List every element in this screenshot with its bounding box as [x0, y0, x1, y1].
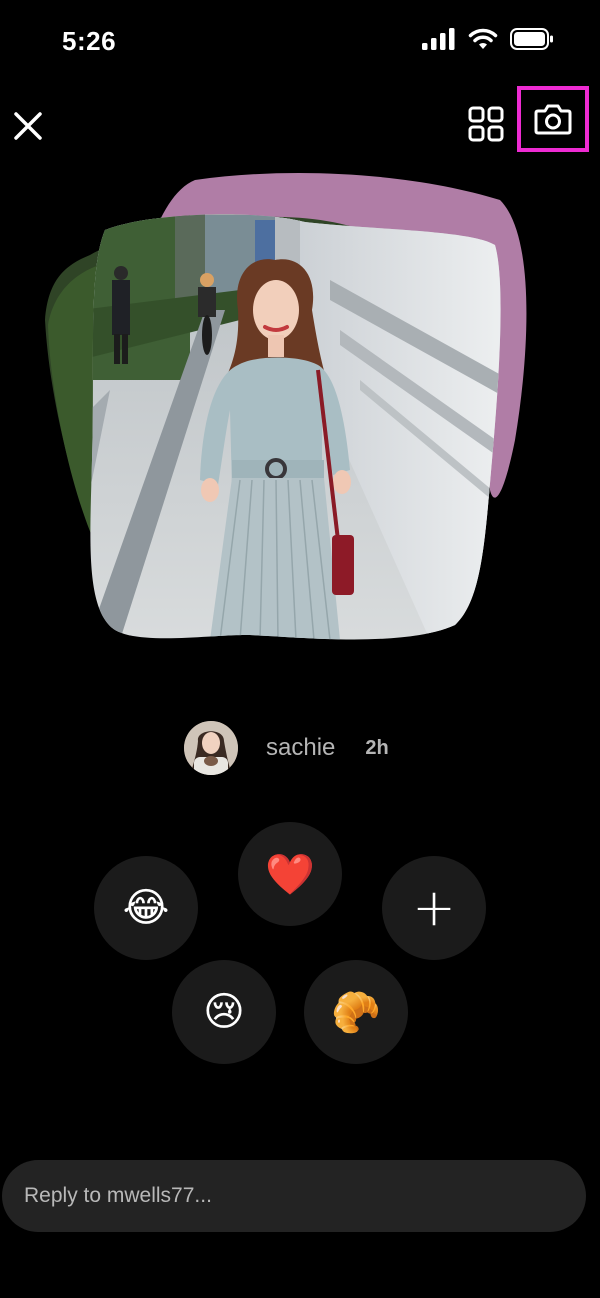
battery-icon — [510, 28, 553, 50]
reaction-crying-button[interactable]: 😢 — [172, 960, 276, 1064]
add-reaction-button[interactable]: + — [382, 856, 486, 960]
camera-icon — [534, 104, 572, 135]
croissant-emoji-icon: 🥐 — [331, 989, 381, 1036]
reaction-heart-button[interactable]: ❤️ — [238, 822, 342, 926]
post-photo — [45, 172, 527, 640]
grid-view-button[interactable] — [466, 104, 506, 144]
post-timestamp: 2h — [365, 736, 389, 759]
plus-icon: + — [412, 878, 456, 938]
laughing-emoji-icon: 😂 — [122, 885, 170, 931]
crying-emoji-icon: 😢 — [203, 989, 245, 1035]
status-time: 5:26 — [62, 26, 117, 56]
avatar[interactable] — [184, 721, 238, 775]
cellular-signal-icon — [422, 28, 455, 50]
post-photo-stack[interactable] — [0, 160, 600, 660]
camera-button[interactable] — [517, 86, 589, 152]
close-icon — [14, 112, 42, 140]
close-button[interactable] — [8, 104, 48, 148]
grid-icon — [468, 106, 504, 142]
reply-input[interactable]: Reply to mwells77... — [2, 1160, 586, 1232]
avatar-image — [184, 721, 238, 775]
reaction-laughing-button[interactable]: 😂 — [94, 856, 198, 960]
heart-emoji-icon: ❤️ — [265, 851, 315, 898]
post-author-row[interactable]: sachie 2h — [184, 720, 389, 776]
author-name[interactable]: sachie — [266, 734, 335, 762]
status-bar: 5:26 — [0, 0, 600, 80]
wifi-icon — [468, 28, 498, 49]
reply-placeholder: Reply to mwells77... — [24, 1184, 212, 1207]
status-icons — [422, 28, 554, 50]
reaction-croissant-button[interactable]: 🥐 — [304, 960, 408, 1064]
